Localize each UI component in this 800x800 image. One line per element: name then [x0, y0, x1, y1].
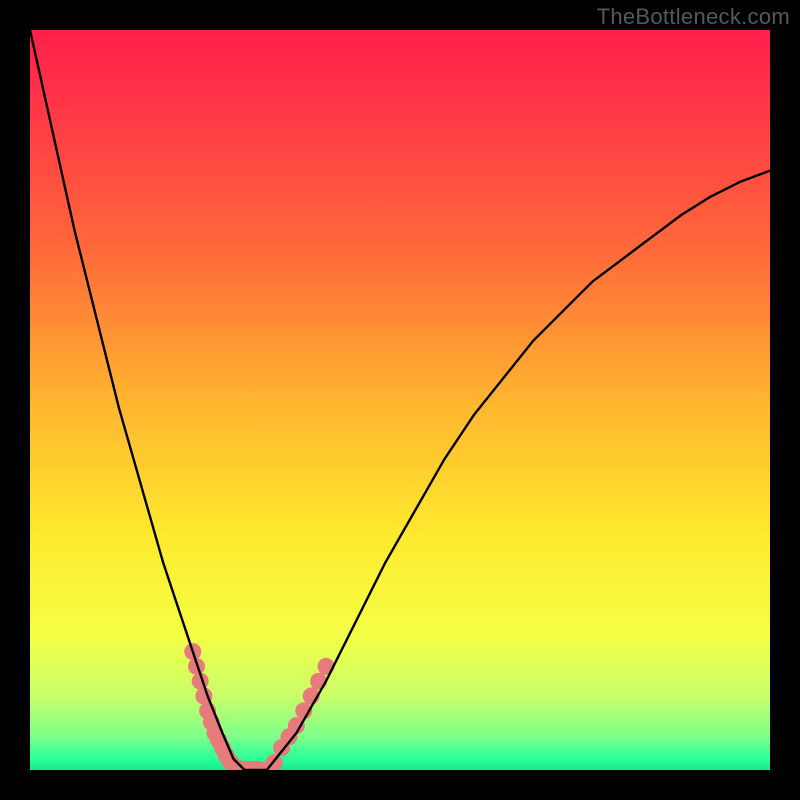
chart-frame: TheBottleneck.com	[0, 0, 800, 800]
chart-plot	[30, 30, 770, 770]
chart-background	[30, 30, 770, 770]
highlight-marker	[318, 658, 335, 675]
chart-svg	[30, 30, 770, 770]
watermark-label: TheBottleneck.com	[597, 4, 790, 30]
highlight-marker	[310, 673, 327, 690]
